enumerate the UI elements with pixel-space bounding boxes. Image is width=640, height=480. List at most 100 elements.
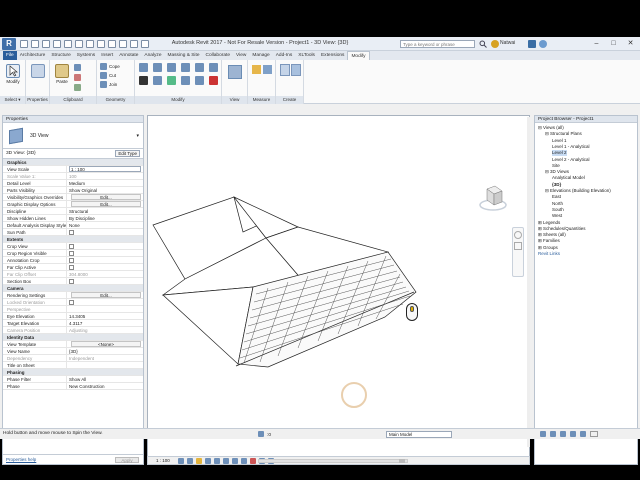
sync-icon[interactable] <box>42 40 50 48</box>
property-value[interactable]: By Discipline <box>67 215 143 221</box>
tab-systems[interactable]: Systems <box>74 51 98 60</box>
property-value[interactable]: New Construction <box>67 383 143 389</box>
type-selector[interactable]: 3D View ▾ <box>3 123 143 149</box>
browser-item[interactable]: Level 2 <box>552 150 567 157</box>
tab-massing-site[interactable]: Massing & Site <box>165 51 203 60</box>
close-windows-icon[interactable] <box>141 40 149 48</box>
instance-filter[interactable]: 3D View: {3D} Edit Type <box>3 149 143 159</box>
paste-button[interactable]: Paste <box>52 62 72 92</box>
property-value[interactable] <box>67 278 143 284</box>
3d-view-canvas[interactable] <box>147 115 530 457</box>
property-value[interactable] <box>67 362 143 368</box>
shadows-icon[interactable] <box>205 458 211 464</box>
create-parts-icon[interactable] <box>280 64 290 76</box>
move-icon[interactable] <box>139 76 148 85</box>
view-tools-icon[interactable] <box>228 65 242 79</box>
user-name[interactable]: Natwai <box>500 40 515 46</box>
trim-icon[interactable] <box>209 63 218 72</box>
property-value[interactable]: Edit... <box>67 292 143 298</box>
browser-item[interactable]: ⊞ Schedules/Quantities <box>538 226 586 232</box>
tab-insert[interactable]: Insert <box>98 51 116 60</box>
copy-icon[interactable] <box>74 64 81 71</box>
close-icon[interactable]: ✕ <box>622 38 639 49</box>
property-value[interactable]: Medium <box>67 180 143 186</box>
edit-button[interactable]: Edit... <box>71 201 141 207</box>
property-value[interactable]: {3D} <box>67 348 143 354</box>
cut-icon[interactable] <box>74 74 81 81</box>
browser-item[interactable]: ⊞ Families <box>538 238 560 244</box>
property-group-header[interactable]: Graphics <box>3 159 143 166</box>
align-icon[interactable] <box>139 63 148 72</box>
value-input[interactable]: 1 : 100 <box>69 166 141 172</box>
property-value[interactable]: Show All <box>67 376 143 382</box>
scale-icon[interactable] <box>195 76 204 85</box>
modify-button[interactable]: Modify <box>3 62 23 92</box>
property-checkbox[interactable] <box>69 279 74 284</box>
vertical-scrollbar[interactable] <box>527 117 530 447</box>
browser-item[interactable]: Analytical Model <box>552 175 585 181</box>
rendering-icon[interactable] <box>214 458 220 464</box>
select-underlay-icon[interactable] <box>550 431 556 437</box>
search-icon[interactable] <box>479 40 487 48</box>
cut-tool[interactable]: Cut <box>100 72 116 79</box>
redo-icon[interactable] <box>64 40 72 48</box>
edit-button[interactable]: Edit... <box>71 292 141 298</box>
3d-view-icon[interactable] <box>108 40 116 48</box>
thin-lines-icon[interactable] <box>130 40 138 48</box>
property-value[interactable]: 4.3117 <box>67 320 143 326</box>
show-crop-icon[interactable] <box>232 458 238 464</box>
property-checkbox[interactable] <box>69 265 74 270</box>
delete-icon[interactable] <box>209 76 218 85</box>
browser-item[interactable]: ⊟ Elevations (Building Elevation) <box>545 188 611 194</box>
select-pinned-icon[interactable] <box>560 431 566 437</box>
browser-item[interactable]: South <box>552 207 564 213</box>
select-links-icon[interactable] <box>540 431 546 437</box>
properties-button[interactable] <box>28 62 48 92</box>
property-value[interactable] <box>67 229 143 235</box>
property-group-header[interactable]: Identity Data <box>3 334 143 341</box>
drag-elements-icon[interactable] <box>580 431 586 437</box>
zoom-icon[interactable] <box>514 242 522 250</box>
user-icon[interactable] <box>491 40 499 48</box>
property-value[interactable]: Edit... <box>67 194 143 200</box>
apply-button[interactable]: Apply <box>115 457 139 463</box>
browser-item[interactable]: West <box>552 213 562 219</box>
tab-view[interactable]: View <box>233 51 249 60</box>
tab-xltools[interactable]: XLTools <box>295 51 318 60</box>
viewcube-widget[interactable] <box>478 183 508 213</box>
edit-button[interactable]: Edit... <box>71 194 141 200</box>
navigation-bar[interactable] <box>512 227 524 277</box>
section-icon[interactable] <box>119 40 127 48</box>
print-icon[interactable] <box>75 40 83 48</box>
property-value[interactable]: None <box>67 222 143 228</box>
property-value[interactable]: Show Original <box>67 187 143 193</box>
match-properties-icon[interactable] <box>74 84 81 91</box>
offset-icon[interactable] <box>153 63 162 72</box>
property-group-header[interactable]: Extents <box>3 236 143 243</box>
filter-icon[interactable] <box>590 431 598 437</box>
crop-view-icon[interactable] <box>223 458 229 464</box>
chevron-down-icon[interactable]: ▾ <box>136 133 139 139</box>
tab-add-ins[interactable]: Add-Ins <box>273 51 296 60</box>
panel-label-select[interactable]: Select ▾ <box>0 96 25 104</box>
property-value[interactable] <box>67 243 143 249</box>
revit-logo-icon[interactable]: R <box>2 38 16 50</box>
maximize-icon[interactable]: □ <box>605 38 622 49</box>
split-icon[interactable] <box>195 63 204 72</box>
tab-analyze[interactable]: Analyze <box>141 51 164 60</box>
tab-annotate[interactable]: Annotate <box>116 51 141 60</box>
undo-icon[interactable] <box>53 40 61 48</box>
visual-style-icon[interactable] <box>187 458 193 464</box>
scrollbar-thumb[interactable] <box>399 459 405 463</box>
browser-item[interactable]: Site <box>552 163 560 169</box>
tab-structure[interactable]: Structure <box>48 51 73 60</box>
property-group-header[interactable]: Phasing <box>3 369 143 376</box>
tab-extensions[interactable]: Extensions <box>318 51 347 60</box>
property-value[interactable]: 14.3405 <box>67 313 143 319</box>
copy-element-icon[interactable] <box>153 76 162 85</box>
tag-icon[interactable] <box>97 40 105 48</box>
property-checkbox[interactable] <box>69 230 74 235</box>
property-value[interactable] <box>67 264 143 270</box>
property-value[interactable]: 1 : 100 <box>67 166 143 172</box>
save-icon[interactable] <box>31 40 39 48</box>
